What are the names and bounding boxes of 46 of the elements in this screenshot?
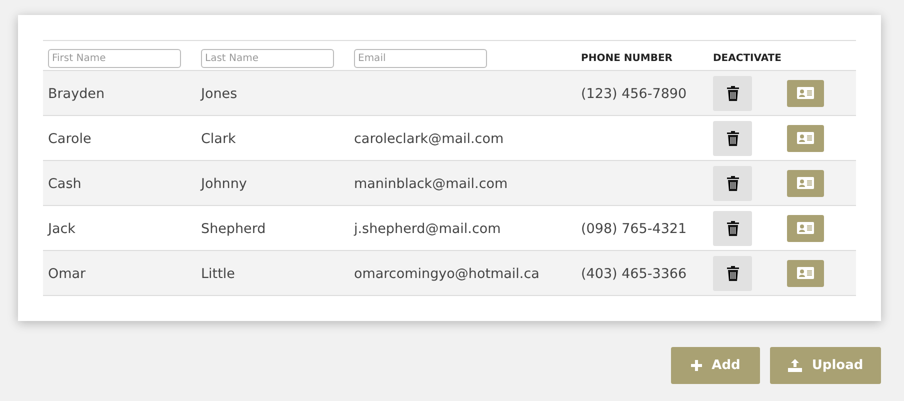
delete-button[interactable] [713,210,752,246]
table-cell: Clark [201,131,236,147]
table-cell: maninblack@mail.com [354,176,508,192]
trash-icon [726,84,740,102]
table-cell: Carole [48,131,92,147]
trash-icon [726,174,740,192]
column-header: DEACTIVATE [713,52,782,64]
filter-input[interactable]: Last Name [201,48,334,68]
trash-icon [726,220,740,236]
contact-card-icon [797,267,814,279]
table-cell: (403) 465-3366 [581,266,687,282]
delete-button[interactable] [713,76,752,110]
trash-icon [726,130,740,146]
contact-card-icon [797,132,814,144]
delete-button[interactable] [713,120,752,156]
contact-card-icon [797,87,814,99]
contact-card-icon [797,177,814,189]
table-cell: Cash [48,176,82,192]
contact-card-button[interactable] [787,260,824,286]
table-cell: Jack [48,221,76,237]
contact-card-button[interactable] [787,80,824,106]
delete-button[interactable] [713,256,752,290]
contact-card-button[interactable] [787,214,824,242]
add-button[interactable]: Add [671,347,760,384]
contact-card-button[interactable] [787,170,824,196]
table-cell: omarcomingyo@hotmail.ca [354,266,540,282]
table-cell: (123) 456-7890 [581,86,687,102]
table-cell: Johnny [201,176,247,192]
table-cell: caroleclark@mail.com [354,131,504,147]
filter-input[interactable]: Email [354,48,487,68]
table-cell: Brayden [48,86,105,102]
table-cell: Jones [201,86,238,102]
table-cell: j.shepherd@mail.com [354,221,501,237]
contact-card-icon [797,222,814,234]
upload-icon [788,359,802,372]
filter-input[interactable]: First Name [48,48,181,68]
trash-icon [726,264,740,282]
upload-button[interactable]: Upload [770,347,881,384]
contact-card-button[interactable] [787,124,824,152]
table-cell: Omar [48,266,86,282]
delete-button[interactable] [713,166,752,200]
plus-icon [690,360,702,371]
table-cell: Shepherd [201,221,266,237]
column-header: PHONE NUMBER [581,52,672,64]
table-cell: Little [201,266,235,282]
table-cell: (098) 765-4321 [581,221,687,237]
